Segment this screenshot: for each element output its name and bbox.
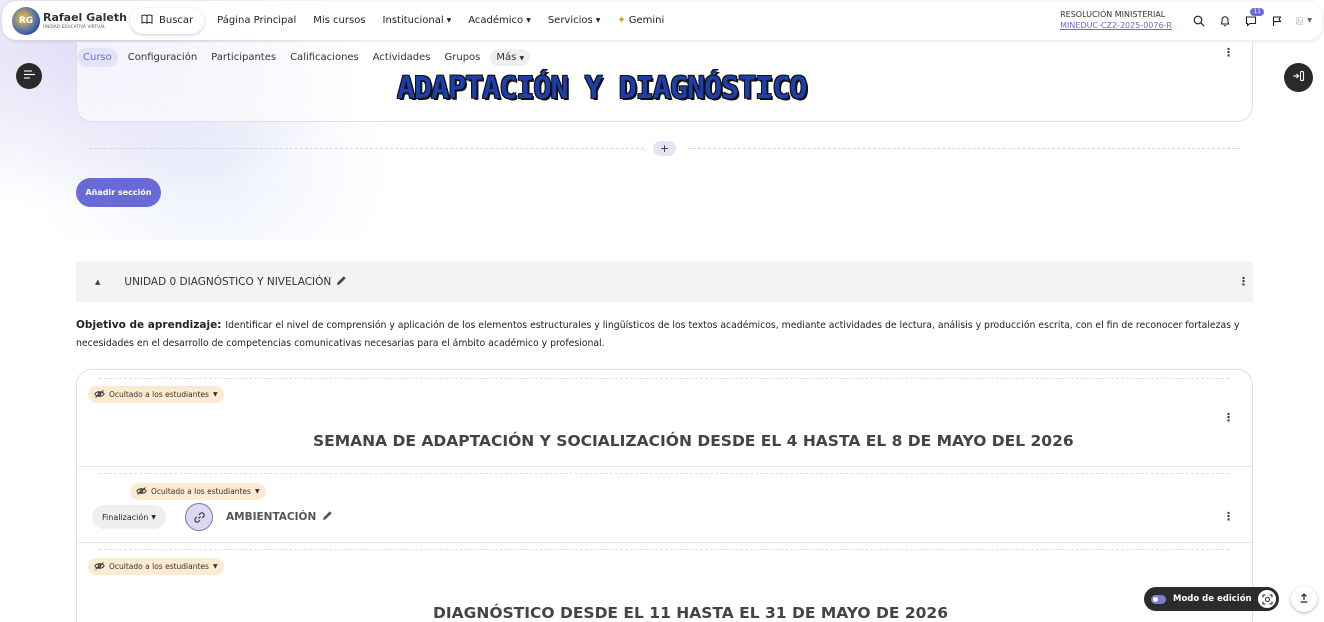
search-icon[interactable]: [1192, 14, 1205, 27]
course-header: Curso Configuración Participantes Califi…: [76, 42, 1253, 122]
more-options-icon[interactable]: ⋮: [1238, 276, 1249, 287]
chevron-down-icon: ▼: [526, 17, 531, 24]
objective-text: Identificar el nivel de comprensión y ap…: [76, 320, 1240, 349]
tab-calificaciones[interactable]: Calificaciones: [286, 48, 363, 67]
course-secondary-nav: Curso Configuración Participantes Califi…: [77, 48, 531, 67]
section-divider-right: [688, 148, 1240, 149]
pencil-icon[interactable]: [336, 275, 347, 289]
activity-link[interactable]: AMBIENTACIÓN: [226, 511, 316, 523]
avatar[interactable]: ▼: [1296, 13, 1312, 29]
logo-name: Rafael Galeth: [43, 11, 127, 24]
search-button-label: Buscar: [159, 15, 194, 26]
more-options-icon[interactable]: ⋮: [1223, 412, 1234, 423]
eye-slash-icon: [94, 389, 105, 400]
add-section-plus-button[interactable]: +: [653, 141, 676, 156]
completion-dropdown[interactable]: Finalización ▼: [92, 505, 166, 529]
section-content-card: Ocultado a los estudiantes ▼ ⋮ SEMANA DE…: [76, 369, 1253, 622]
chevron-down-icon: ▼: [151, 513, 156, 521]
site-logo[interactable]: RG Rafael Galeth UNIDAD EDUCATIVA VIRTUA…: [12, 6, 130, 35]
chevron-down-icon: ▼: [212, 391, 218, 398]
tab-participantes[interactable]: Participantes: [207, 48, 280, 67]
chevron-down-icon: ▼: [254, 488, 260, 495]
bell-icon[interactable]: [1218, 14, 1231, 27]
hidden-status-badge[interactable]: Ocultado a los estudiantes ▼: [88, 558, 224, 575]
pencil-icon[interactable]: [322, 510, 333, 524]
primary-nav: Página Principal Mis cursos Instituciona…: [217, 15, 664, 26]
unit-title[interactable]: UNIDAD 0 DIAGNÓSTICO Y NIVELACIÓN: [124, 276, 331, 288]
collapse-icon[interactable]: ▲: [95, 278, 100, 286]
message-count-badge: 11: [1250, 8, 1264, 16]
objective-label: Objetivo de aprendizaje:: [76, 319, 222, 331]
learning-objective: Objetivo de aprendizaje: Identificar el n…: [76, 316, 1256, 353]
section-divider-left: [89, 148, 644, 149]
chevron-down-icon: ▼: [595, 17, 601, 24]
nav-item-institucional[interactable]: Institucional ▼: [383, 15, 452, 26]
week-title: SEMANA DE ADAPTACIÓN Y SOCIALIZACIÓN DES…: [313, 432, 1074, 450]
chevron-down-icon: ▼: [212, 563, 218, 570]
course-index-toggle[interactable]: [16, 63, 42, 89]
tab-grupos[interactable]: Grupos: [441, 48, 485, 67]
top-navbar: RG Rafael Galeth UNIDAD EDUCATIVA VIRTUA…: [2, 1, 1322, 40]
gemini-icon: ✦: [617, 15, 626, 26]
resolution-title: RESOLUCIÓN MINISTERIAL: [1060, 9, 1166, 19]
resolution-info: RESOLUCIÓN MINISTERIAL MINEDUC-CZ2-2025-…: [1060, 10, 1172, 32]
nav-item-servicios[interactable]: Servicios ▼: [548, 15, 601, 26]
tab-actividades[interactable]: Actividades: [369, 48, 435, 67]
search-button[interactable]: Buscar: [130, 7, 205, 34]
nav-item-my-courses[interactable]: Mis cursos: [313, 15, 365, 26]
nav-item-academico[interactable]: Académico ▼: [468, 15, 531, 26]
back-to-top-button[interactable]: [1291, 586, 1317, 612]
eye-slash-icon: [94, 561, 105, 572]
hidden-status-badge[interactable]: Ocultado a los estudiantes ▼: [130, 483, 266, 500]
more-options-icon[interactable]: ⋮: [1223, 47, 1234, 58]
week-title: DIAGNÓSTICO DESDE EL 11 HASTA EL 31 DE M…: [433, 604, 948, 622]
block-drawer-toggle[interactable]: [1284, 63, 1313, 92]
nav-item-gemini[interactable]: ✦ Gemini: [617, 15, 664, 26]
arrow-up-icon: [1299, 592, 1309, 606]
chevron-down-icon: ▼: [446, 17, 452, 24]
flag-icon[interactable]: [1270, 14, 1283, 27]
nav-item-home[interactable]: Página Principal: [217, 15, 296, 26]
tab-curso[interactable]: Curso: [77, 48, 118, 67]
resolution-link[interactable]: MINEDUC-CZ2-2025-0076-R: [1060, 21, 1172, 32]
menu-icon: [23, 70, 35, 82]
logo-subtitle: UNIDAD EDUCATIVA VIRTUAL: [43, 24, 106, 29]
tab-mas[interactable]: Más ▼: [490, 49, 531, 66]
url-activity-icon: [185, 503, 213, 531]
chevron-down-icon: ▼: [519, 55, 525, 62]
hidden-status-badge[interactable]: Ocultado a los estudiantes ▼: [88, 386, 224, 403]
toggle-switch[interactable]: [1151, 594, 1166, 604]
add-section-button[interactable]: Añadir sección: [76, 178, 161, 207]
plus-icon: +: [659, 142, 670, 155]
edit-mode-label: Modo de edición: [1173, 594, 1252, 604]
chat-icon[interactable]: 11: [1244, 8, 1264, 27]
book-icon: [141, 14, 153, 27]
tab-configuracion[interactable]: Configuración: [124, 48, 201, 67]
logo-badge: RG: [12, 6, 40, 35]
fullscreen-icon[interactable]: [1258, 590, 1276, 608]
course-title: ADAPTACIÓN Y DIAGNÓSTICO: [397, 71, 807, 106]
unit-section-header: ▲ UNIDAD 0 DIAGNÓSTICO Y NIVELACIÓN ⋮: [76, 262, 1253, 302]
drawer-open-icon: [1293, 70, 1305, 85]
more-options-icon[interactable]: ⋮: [1223, 511, 1234, 522]
edit-mode-toggle[interactable]: Modo de edición: [1144, 587, 1279, 611]
chevron-down-icon: ▼: [1307, 17, 1312, 24]
eye-slash-icon: [136, 486, 147, 497]
